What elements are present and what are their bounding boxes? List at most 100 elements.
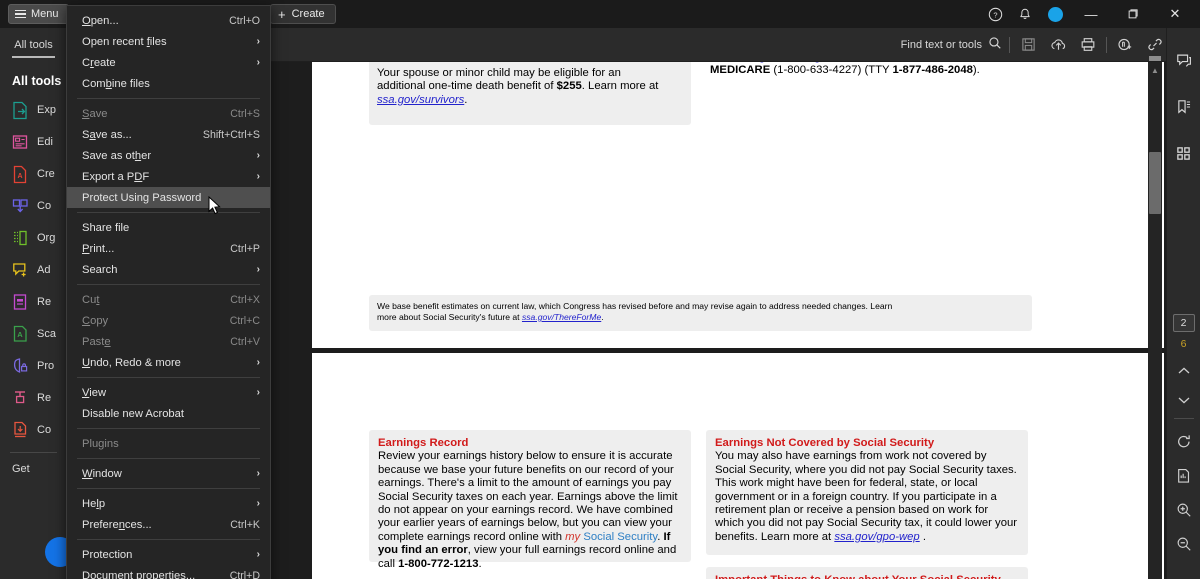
- menu-item-share-file[interactable]: Share file: [67, 217, 270, 238]
- zoom-out-icon[interactable]: [1167, 527, 1200, 561]
- maximize-button[interactable]: [1112, 0, 1154, 28]
- print-icon[interactable]: [1073, 28, 1103, 62]
- menu-item-create[interactable]: Create ›: [67, 52, 270, 73]
- menu-item-shortcut: Ctrl+X: [230, 293, 260, 306]
- scrollbar-thumb[interactable]: [1149, 152, 1161, 214]
- thereforme-link[interactable]: ssa.gov/ThereForMe: [522, 312, 601, 322]
- tab-all-tools[interactable]: All tools: [0, 28, 67, 62]
- chevron-right-icon: ›: [256, 57, 260, 68]
- sidebar-item-add-comment[interactable]: Ad: [0, 254, 67, 286]
- help-circle-icon[interactable]: ?: [980, 0, 1010, 28]
- save-icon[interactable]: [1013, 28, 1043, 62]
- sidebar-item-scan-ocr[interactable]: A Sca: [0, 318, 67, 350]
- menu-item-open-recent-files[interactable]: Open recent files ›: [67, 31, 270, 52]
- svg-text:?: ?: [993, 10, 997, 19]
- menu-item-protect-using-password[interactable]: Protect Using Password: [67, 187, 270, 208]
- menu-item-label: Paste: [82, 335, 111, 348]
- menu-item-document-properties[interactable]: Document properties... Ctrl+D: [67, 565, 270, 579]
- menu-item-search[interactable]: Search ›: [67, 259, 270, 280]
- menu-item-label: Disable new Acrobat: [82, 407, 184, 420]
- menu-item-label: Export a PDF: [82, 170, 150, 183]
- sidebar-item-label: Ad: [37, 264, 51, 276]
- sidebar-item-protect[interactable]: Pro: [0, 350, 67, 382]
- acrobat-window: Menu + Create ? — ✕ All tools All tools: [0, 0, 1200, 579]
- next-page-button[interactable]: [1167, 388, 1200, 412]
- scrollbar-cap: [1149, 56, 1161, 61]
- svg-text:A: A: [17, 330, 23, 339]
- menu-item-shortcut: Ctrl+P: [230, 242, 260, 255]
- create-pdf-icon: A: [12, 165, 29, 184]
- menu-item-save: Save Ctrl+S: [67, 103, 270, 124]
- find-placeholder-label: Find text or tools: [900, 38, 982, 51]
- sidebar-item-organize[interactable]: Org: [0, 222, 67, 254]
- sidebar-item-export[interactable]: Exp: [0, 94, 67, 126]
- current-page-field[interactable]: 2: [1172, 314, 1195, 332]
- menu-item-export-a-pdf[interactable]: Export a PDF ›: [67, 166, 270, 187]
- menu-item-undo-redo-more[interactable]: Undo, Redo & more ›: [67, 352, 270, 373]
- create-button-label: Create: [291, 8, 325, 20]
- chevron-right-icon: ›: [256, 357, 260, 368]
- get-esignatures-label[interactable]: Get: [0, 453, 67, 475]
- menu-separator: [77, 539, 260, 540]
- thumbnail-grid-icon[interactable]: [1167, 136, 1200, 170]
- menu-item-shortcut: Shift+Ctrl+S: [202, 128, 260, 141]
- add-signature-icon[interactable]: [1110, 28, 1140, 62]
- earnings-record-title: Earnings Record: [378, 437, 469, 449]
- export-pdf-icon: [12, 101, 29, 120]
- create-button[interactable]: + Create: [270, 4, 336, 24]
- menu-item-open[interactable]: Open... Ctrl+O: [67, 10, 270, 31]
- menu-separator: [77, 284, 260, 285]
- survivors-line2a: additional one-time death benefit of: [377, 80, 557, 93]
- sidebar-item-compress[interactable]: Co: [0, 414, 67, 446]
- menu-item-save-as-other[interactable]: Save as other ›: [67, 145, 270, 166]
- menu-item-label: Protect Using Password: [82, 191, 202, 204]
- menu-item-preferences[interactable]: Preferences... Ctrl+K: [67, 514, 270, 535]
- user-avatar[interactable]: [1040, 0, 1070, 28]
- page-properties-icon[interactable]: [1167, 459, 1200, 493]
- menu-button[interactable]: Menu: [8, 4, 69, 24]
- bookmark-panel-icon[interactable]: [1167, 90, 1200, 124]
- sidebar-item-request-esign[interactable]: Re: [0, 382, 67, 414]
- search-icon[interactable]: [988, 36, 1002, 53]
- menu-separator: [77, 458, 260, 459]
- scroll-up-arrow[interactable]: ▲: [1148, 64, 1162, 76]
- close-button[interactable]: ✕: [1154, 0, 1196, 28]
- comment-panel-icon[interactable]: [1167, 44, 1200, 78]
- sidebar-item-edit[interactable]: Edi: [0, 126, 67, 158]
- main-menu-dropdown[interactable]: Open... Ctrl+O Open recent files › Create › Co…: [66, 5, 271, 579]
- svg-text:A: A: [17, 173, 22, 180]
- sidebar-item-label: Edi: [37, 136, 53, 148]
- chevron-right-icon: ›: [256, 387, 260, 398]
- right-rail-divider: [1173, 418, 1194, 419]
- ssa-medicare-link[interactable]: ssa.gov/medicare: [794, 62, 883, 63]
- menu-item-view[interactable]: View ›: [67, 382, 270, 403]
- zoom-in-icon[interactable]: [1167, 493, 1200, 527]
- menu-item-shortcut: Ctrl+K: [230, 518, 260, 531]
- upload-cloud-icon[interactable]: [1043, 28, 1073, 62]
- organize-pages-icon: [12, 229, 29, 248]
- sidebar-item-create[interactable]: A Cre: [0, 158, 67, 190]
- minimize-button[interactable]: —: [1070, 0, 1112, 28]
- sidebar-item-redact[interactable]: Re: [0, 286, 67, 318]
- rotate-icon[interactable]: [1167, 425, 1200, 459]
- bell-icon[interactable]: [1010, 0, 1040, 28]
- sidebar-item-combine[interactable]: Co: [0, 190, 67, 222]
- previous-page-button[interactable]: [1167, 354, 1200, 388]
- menu-item-protection[interactable]: Protection ›: [67, 544, 270, 565]
- menu-item-help[interactable]: Help ›: [67, 493, 270, 514]
- find-text-or-tools[interactable]: Find text or tools: [901, 36, 1002, 53]
- sidebar-item-label: Exp: [37, 104, 56, 116]
- ssa-survivors-link[interactable]: ssa.gov/survivors: [377, 94, 464, 106]
- menu-item-window[interactable]: Window ›: [67, 463, 270, 484]
- protect-pdf-icon: [12, 357, 29, 376]
- gpo-wep-link[interactable]: ssa.gov/gpo-wep: [834, 531, 919, 543]
- menu-item-label: Combine files: [82, 77, 150, 90]
- menu-item-combine-files[interactable]: Combine files: [67, 73, 270, 94]
- menu-item-save-as[interactable]: Save as... Shift+Ctrl+S: [67, 124, 270, 145]
- menu-item-paste: Paste Ctrl+V: [67, 331, 270, 352]
- menu-item-print[interactable]: Print... Ctrl+P: [67, 238, 270, 259]
- vertical-scrollbar[interactable]: ▲: [1148, 56, 1162, 579]
- medicare-gov-link[interactable]: medicare.gov: [710, 62, 778, 63]
- survivors-block: Your spouse or minor child may be eligib…: [369, 62, 691, 125]
- menu-item-disable-new-acrobat[interactable]: Disable new Acrobat: [67, 403, 270, 424]
